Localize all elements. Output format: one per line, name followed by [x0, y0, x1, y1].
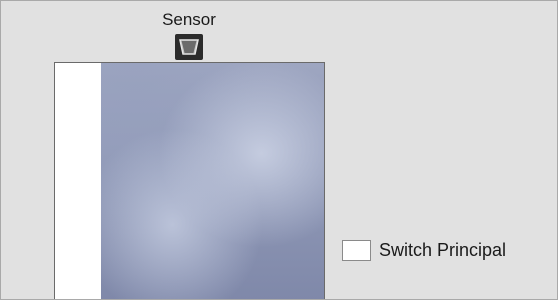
tank: [54, 62, 325, 299]
sensor-icon[interactable]: [175, 34, 203, 60]
tank-fill: [101, 63, 324, 299]
sensor-label: Sensor: [162, 10, 216, 29]
control-panel: Sensor Switch Principal: [0, 0, 558, 300]
switch-label: Switch Principal: [379, 240, 507, 260]
main-switch[interactable]: Switch Principal: [342, 240, 506, 261]
switch-checkbox[interactable]: [342, 240, 371, 261]
